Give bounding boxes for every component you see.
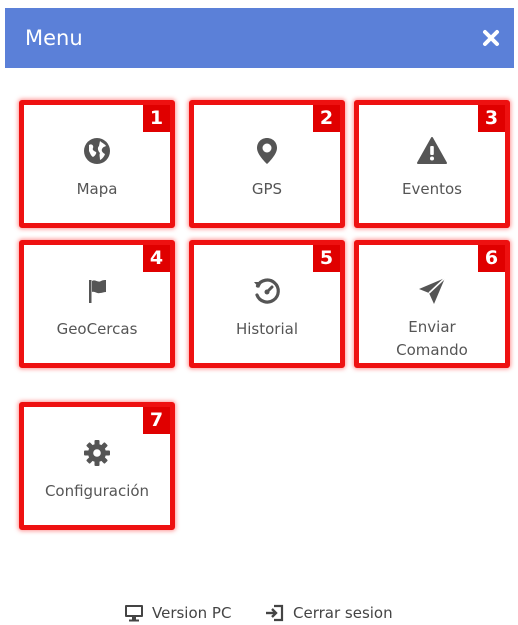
version-pc-link[interactable]: Version PC: [124, 601, 248, 625]
tile-badge: 2: [313, 105, 340, 132]
desktop-icon: [125, 605, 143, 622]
tile-enviar-comando[interactable]: 6 Enviar Comando: [354, 240, 510, 368]
close-icon: [483, 30, 499, 46]
menu-header: Menu: [5, 8, 514, 68]
map-marker-icon: [257, 138, 277, 164]
tile-mapa[interactable]: 1 Mapa: [19, 100, 175, 228]
tile-badge: 6: [478, 245, 505, 272]
tile-configuracion[interactable]: 7 Configuración: [19, 402, 175, 530]
tile-gps[interactable]: 2 GPS: [189, 100, 345, 228]
tile-badge: 7: [143, 407, 170, 434]
paper-plane-icon: [419, 277, 446, 304]
tile-label: Historial: [235, 320, 298, 338]
menu-title: Menu: [25, 26, 83, 50]
tile-badge: 3: [478, 105, 505, 132]
globe-icon: [84, 138, 110, 164]
tile-label: GeoCercas: [56, 320, 138, 338]
gear-icon: [84, 440, 110, 466]
logout-label: Cerrar sesion: [293, 604, 393, 622]
flag-icon: [89, 280, 106, 303]
close-button[interactable]: [480, 27, 502, 49]
tile-geocercas[interactable]: 4 GeoCercas: [19, 240, 175, 368]
menu-footer: Version PC Cerrar sesion: [0, 601, 518, 625]
history-icon: [254, 278, 280, 304]
tile-badge: 1: [143, 105, 170, 132]
tile-badge: 4: [143, 245, 170, 272]
tile-eventos[interactable]: 3 Eventos: [354, 100, 510, 228]
version-pc-label: Version PC: [152, 604, 232, 622]
tile-label: Eventos: [402, 180, 462, 198]
tile-historial[interactable]: 5 Historial: [189, 240, 345, 368]
tile-label: Configuración: [44, 482, 150, 500]
tile-label: GPS: [251, 180, 283, 198]
logout-link[interactable]: Cerrar sesion: [265, 601, 410, 625]
tile-label: Enviar Comando: [396, 318, 468, 359]
tile-badge: 5: [313, 245, 340, 272]
sign-out-icon: [266, 604, 284, 622]
tile-label: Mapa: [76, 180, 118, 198]
warning-icon: [417, 137, 447, 164]
